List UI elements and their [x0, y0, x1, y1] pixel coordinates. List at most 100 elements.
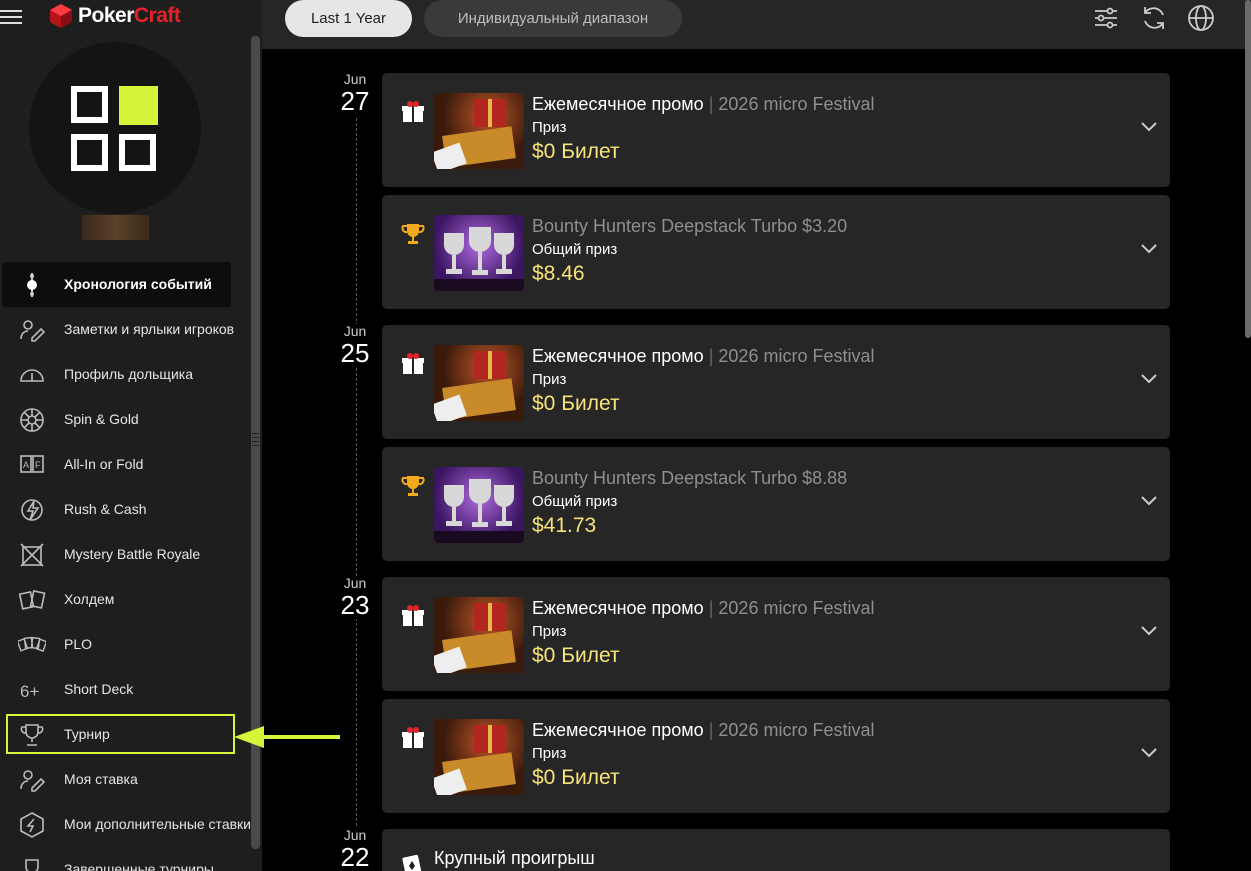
plo-icon: [18, 636, 46, 652]
pokercraft-logo[interactable]: PokerCraft: [50, 3, 181, 29]
date-month: Jun: [343, 323, 367, 339]
sidebar-item-label: Spin & Gold: [64, 411, 139, 427]
svg-text:F: F: [35, 460, 41, 470]
event-card[interactable]: Ежемесячное промо | 2026 micro Festival …: [382, 325, 1170, 439]
sliders-icon[interactable]: [1092, 4, 1120, 32]
event-card[interactable]: Bounty Hunters Deepstack Turbo $8.88 Общ…: [382, 447, 1170, 561]
sidebar-item-staker-profile[interactable]: Профиль дольщика: [0, 352, 251, 397]
sidebar-item-finished-tournaments[interactable]: Завершенные турниры: [0, 847, 251, 871]
date-marker: Jun 25: [330, 324, 380, 367]
sidebar: PokerCraft Хронология событий Заметки и …: [0, 0, 262, 871]
filter-custom-range-button[interactable]: Индивидуальный диапазон: [424, 0, 682, 37]
sidebar-item-label: Mystery Battle Royale: [64, 546, 201, 562]
sidebar-item-timeline[interactable]: Хронология событий: [2, 262, 231, 307]
date-marker: Jun 22: [330, 828, 380, 871]
spin-icon: [20, 407, 44, 432]
sidebar-item-label: All-In or Fold: [64, 456, 144, 472]
avatar[interactable]: [29, 42, 201, 214]
event-title: Ежемесячное промо | 2026 micro Festival: [532, 346, 875, 366]
sidebar-item-label: PLO: [64, 636, 93, 652]
svg-text:6+: 6+: [20, 682, 39, 701]
date-month: Jun: [343, 827, 367, 843]
short-deck-icon: 6+: [20, 682, 39, 701]
avatar-square: [71, 134, 108, 171]
sidebar-item-label: Завершенные турниры: [64, 861, 214, 871]
event-card[interactable]: Ежемесячное промо | 2026 micro Festival …: [382, 73, 1170, 187]
notes-icon: [20, 319, 46, 342]
sidebar-item-my-stake[interactable]: Моя ставка: [0, 757, 251, 802]
logo-text: PokerCraft: [78, 4, 181, 27]
event-card[interactable]: Крупный проигрыш: [382, 829, 1170, 871]
gift-icon: [402, 727, 424, 748]
event-card[interactable]: Ежемесячное промо | 2026 micro Festival …: [382, 699, 1170, 813]
gauge-icon: [20, 368, 44, 382]
sidebar-item-rush-cash[interactable]: Rush & Cash: [0, 487, 251, 532]
sidebar-item-label: Мои дополнительные ставки: [64, 816, 251, 832]
chevron-down-icon[interactable]: [1140, 121, 1158, 133]
tournament-thumbnail: [434, 467, 524, 543]
sidebar-nav: Хронология событий Заметки и ярлыки игро…: [0, 262, 251, 871]
main-scrollbar[interactable]: [1245, 0, 1251, 338]
filter-last-year-button[interactable]: Last 1 Year: [285, 0, 412, 37]
date-marker: Jun 23: [330, 576, 380, 619]
extra-stake-icon: [20, 811, 44, 838]
gift-icon: [402, 353, 424, 374]
promo-thumbnail: [434, 345, 524, 421]
sidebar-item-allin-fold[interactable]: AF All-In or Fold: [0, 442, 251, 487]
event-value: $8.46: [532, 262, 585, 285]
tournament-thumbnail: [434, 215, 524, 291]
event-title: Крупный проигрыш: [434, 848, 595, 868]
sidebar-item-short-deck[interactable]: 6+ Short Deck: [0, 667, 251, 712]
promo-thumbnail: [434, 597, 524, 673]
rush-icon: [21, 498, 43, 521]
refresh-icon[interactable]: [1140, 4, 1168, 32]
event-label: Общий приз: [532, 241, 618, 258]
trophy-icon: [401, 224, 425, 244]
chevron-down-icon[interactable]: [1140, 243, 1158, 255]
event-card[interactable]: Ежемесячное промо | 2026 micro Festival …: [382, 577, 1170, 691]
sidebar-item-mystery-battle[interactable]: Mystery Battle Royale: [0, 532, 251, 577]
allin-fold-icon: AF: [20, 454, 44, 473]
date-day: 25: [340, 338, 370, 368]
sidebar-item-extra-stakes[interactable]: Мои дополнительные ставки: [0, 802, 251, 847]
sidebar-item-plo[interactable]: PLO: [0, 622, 251, 667]
timeline-line: [356, 118, 357, 871]
chevron-down-icon[interactable]: [1140, 373, 1158, 385]
promo-thumbnail: [434, 93, 524, 169]
sidebar-item-holdem[interactable]: Холдем: [0, 577, 251, 622]
sidebar-item-tournament[interactable]: Турнир: [0, 712, 251, 757]
trophy-icon: [20, 723, 44, 746]
hamburger-menu-icon[interactable]: [0, 6, 22, 28]
finished-icon: [25, 858, 39, 871]
event-title: Ежемесячное промо | 2026 micro Festival: [532, 598, 875, 618]
chevron-down-icon[interactable]: [1140, 625, 1158, 637]
event-value: $0 Билет: [532, 392, 620, 415]
avatar-square: [119, 134, 156, 171]
date-day: 22: [340, 842, 370, 871]
sidebar-item-label: Профиль дольщика: [64, 366, 193, 382]
chevron-down-icon[interactable]: [1140, 747, 1158, 759]
event-title: Ежемесячное промо | 2026 micro Festival: [532, 94, 875, 114]
date-day: 23: [340, 590, 370, 620]
sidebar-item-label: Short Deck: [64, 681, 134, 697]
globe-icon[interactable]: [1187, 4, 1215, 32]
event-title: Ежемесячное промо | 2026 micro Festival: [532, 720, 875, 740]
event-label: Приз: [532, 623, 567, 640]
sidebar-item-label: Турнир: [64, 726, 110, 742]
logo-cube-icon: [50, 4, 72, 28]
event-value: $0 Билет: [532, 140, 620, 163]
mystery-icon: [20, 542, 44, 567]
gift-icon: [402, 101, 424, 122]
date-day: 27: [340, 86, 370, 116]
event-card[interactable]: Bounty Hunters Deepstack Turbo $3.20 Общ…: [382, 195, 1170, 309]
chevron-down-icon[interactable]: [1140, 495, 1158, 507]
event-label: Приз: [532, 371, 567, 388]
username-redacted: [82, 215, 149, 240]
date-month: Jun: [343, 575, 367, 591]
sidebar-item-spin-gold[interactable]: Spin & Gold: [0, 397, 251, 442]
sidebar-resize-grip-icon[interactable]: [252, 430, 259, 456]
playing-card-icon: [402, 854, 422, 871]
event-value: $0 Билет: [532, 644, 620, 667]
sidebar-item-notes[interactable]: Заметки и ярлыки игроков: [0, 307, 251, 352]
cards-icon: [18, 589, 46, 610]
